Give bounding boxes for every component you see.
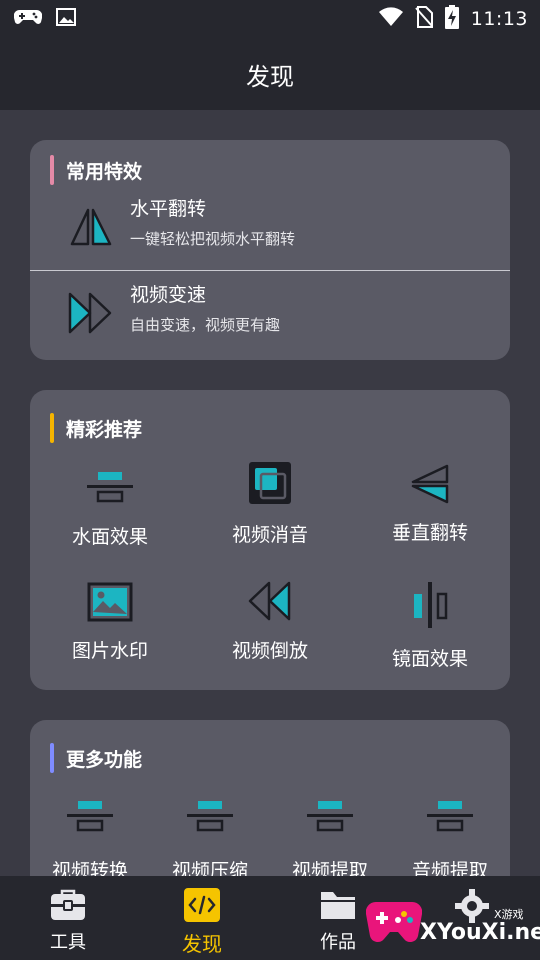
mirror-effect-icon bbox=[350, 580, 510, 634]
extract-video-icon bbox=[305, 801, 355, 838]
toolbox-icon bbox=[49, 889, 87, 926]
feature-label: 垂直翻转 bbox=[391, 522, 468, 544]
more-item-extract-video[interactable]: 视频提取 bbox=[270, 800, 390, 883]
common-effects-card: 常用特效 水平翻转 一键轻松把视频水平翻转 视频变速 自由变速，视频更有趣 bbox=[30, 140, 510, 360]
feature-water-effect[interactable]: 水面效果 bbox=[30, 468, 190, 549]
image-watermark-icon bbox=[30, 582, 190, 626]
status-bar: 11:13 bbox=[0, 0, 540, 38]
mute-video-icon bbox=[190, 460, 350, 510]
tab-tools[interactable]: 工具 bbox=[18, 888, 118, 954]
image-icon bbox=[56, 8, 76, 30]
feature-label: 图片水印 bbox=[71, 640, 148, 662]
section-title: 精彩推荐 bbox=[66, 418, 143, 441]
feature-label: 镜面效果 bbox=[391, 648, 468, 670]
card-header: 精彩推荐 bbox=[50, 412, 142, 444]
clock-time: 11:13 bbox=[470, 8, 528, 30]
rewind-icon bbox=[190, 580, 350, 626]
no-sim-icon bbox=[414, 6, 433, 32]
feature-mute[interactable]: 视频消音 bbox=[190, 460, 350, 547]
watermark-gamepad-logo bbox=[365, 892, 423, 956]
effect-item-speed[interactable]: 视频变速 自由变速，视频更有趣 bbox=[30, 270, 510, 356]
feature-label: 视频消音 bbox=[231, 524, 308, 546]
feature-label: 水面效果 bbox=[71, 526, 148, 548]
more-item-compress[interactable]: 视频压缩 bbox=[150, 800, 270, 883]
feature-image-watermark[interactable]: 图片水印 bbox=[30, 582, 190, 663]
item-subtitle: 一键轻松把视频水平翻转 bbox=[130, 230, 296, 248]
tab-label: 发现 bbox=[182, 932, 222, 956]
tab-label: 工具 bbox=[50, 932, 86, 953]
item-title: 视频变速 bbox=[130, 284, 207, 306]
feature-label: 视频倒放 bbox=[231, 640, 308, 662]
app-header: 发现 bbox=[0, 38, 540, 110]
watermark-text: XYouXi.net bbox=[420, 920, 540, 945]
section-accent-bar bbox=[50, 155, 54, 185]
feature-mirror[interactable]: 镜面效果 bbox=[350, 580, 510, 671]
section-accent-bar bbox=[50, 743, 54, 773]
page-title: 发现 bbox=[246, 62, 294, 91]
compress-icon bbox=[185, 801, 235, 838]
flip-vertical-icon bbox=[350, 464, 510, 508]
card-header: 常用特效 bbox=[50, 154, 142, 186]
site-watermark: X游戏 XYouXi.net bbox=[362, 886, 540, 958]
featured-card: 精彩推荐 水面效果 视频消音 垂直翻转 图片水印 视频倒放 镜面效果 bbox=[30, 390, 510, 690]
more-item-convert[interactable]: 视频转换 bbox=[30, 800, 150, 883]
flip-horizontal-icon bbox=[66, 204, 116, 250]
fast-forward-icon bbox=[66, 290, 116, 336]
wifi-icon bbox=[378, 7, 403, 31]
feature-flip-vertical[interactable]: 垂直翻转 bbox=[350, 464, 510, 545]
folder-icon bbox=[319, 892, 357, 926]
water-reflection-icon bbox=[30, 468, 190, 512]
code-icon bbox=[184, 888, 220, 926]
section-title: 常用特效 bbox=[66, 160, 143, 183]
item-subtitle: 自由变速，视频更有趣 bbox=[130, 316, 281, 334]
more-item-extract-audio[interactable]: 音频提取 bbox=[390, 800, 510, 883]
item-title: 水平翻转 bbox=[130, 198, 207, 220]
tab-discover[interactable]: 发现 bbox=[152, 888, 252, 957]
section-title: 更多功能 bbox=[66, 748, 143, 771]
extract-audio-icon bbox=[425, 801, 475, 838]
section-accent-bar bbox=[50, 413, 54, 443]
gamepad-icon bbox=[13, 8, 43, 30]
battery-charging-icon bbox=[444, 5, 459, 33]
feature-reverse[interactable]: 视频倒放 bbox=[190, 580, 350, 663]
effect-item-flip-horizontal[interactable]: 水平翻转 一键轻松把视频水平翻转 bbox=[30, 184, 510, 270]
card-header: 更多功能 bbox=[50, 742, 142, 774]
convert-icon bbox=[65, 801, 115, 838]
